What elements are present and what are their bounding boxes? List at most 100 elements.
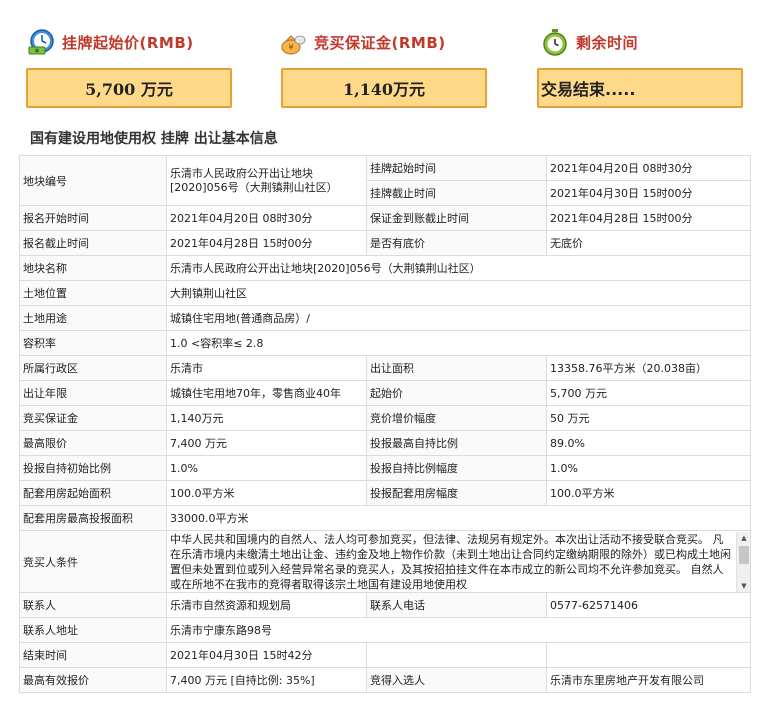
price-value: 5,700 万元	[85, 80, 173, 99]
svg-text:¥: ¥	[288, 43, 293, 52]
empty-cell	[366, 642, 547, 668]
housing-max-label: 配套用房最高投报面积	[19, 505, 167, 531]
init-self-ratio-label: 投报自持初始比例	[19, 455, 167, 481]
empty-cell	[546, 642, 751, 668]
deposit-value: 1,140万元	[342, 80, 426, 99]
housing-start-label: 配套用房起始面积	[19, 480, 167, 506]
deposit-label: 竞买保证金(RMB)	[314, 33, 446, 52]
plot-name-label: 地块名称	[19, 255, 167, 281]
table-row: 土地用途 城镇住宅用地(普通商品房）/	[19, 305, 751, 331]
scroll-thumb[interactable]	[739, 545, 749, 564]
term-value: 城镇住宅用地70年，零售商业40年	[166, 380, 367, 406]
bid-deposit-value: 1,140万元	[166, 405, 367, 431]
end-time-label: 结束时间	[19, 642, 167, 668]
housing-start-value: 100.0平方米	[166, 480, 367, 506]
table-row: 投报自持初始比例 1.0% 投报自持比例幅度 1.0%	[19, 455, 751, 481]
listing-end-label: 挂牌截止时间	[366, 180, 547, 206]
housing-step-label: 投报配套用房幅度	[366, 480, 547, 506]
district-label: 所属行政区	[19, 355, 167, 381]
conditions-value: 中华人民共和国境内的自然人、法人均可参加竞买，但法律、法规另有规定外。本次出让活…	[170, 532, 731, 591]
conditions-cell: 中华人民共和国境内的自然人、法人均可参加竞买，但法律、法规另有规定外。本次出让活…	[166, 530, 751, 593]
conditions-label: 竞买人条件	[19, 530, 167, 593]
phone-value: 0577-62571406	[546, 592, 751, 618]
timer-icon	[543, 29, 567, 56]
price-value-box: 5,700 万元	[26, 68, 232, 108]
max-self-ratio-value: 89.0%	[546, 430, 751, 456]
conditions-scrollbar[interactable]: ▲ ▼	[736, 531, 750, 592]
address-value: 乐清市宁康东路98号	[166, 617, 751, 643]
conditions-scrollarea[interactable]: 中华人民共和国境内的自然人、法人均可参加竞买，但法律、法规另有规定外。本次出让活…	[170, 531, 750, 592]
table-row: 配套用房起始面积 100.0平方米 投报配套用房幅度 100.0平方米	[19, 480, 751, 506]
scroll-up-arrow-icon[interactable]: ▲	[737, 532, 750, 544]
table-row: 报名截止时间 2021年04月28日 15时00分 是否有底价 无底价	[19, 230, 751, 256]
winner-value: 乐清市东里房地产开发有限公司	[546, 667, 751, 693]
phone-label: 联系人电话	[366, 592, 547, 618]
reserve-label: 是否有底价	[366, 230, 547, 256]
listing-start-label: 挂牌起始时间	[366, 155, 547, 181]
listing-end-value: 2021年04月30日 15时00分	[546, 180, 751, 206]
plot-name-value: 乐清市人民政府公开出让地块[2020]056号（大荆镇荆山社区）	[166, 255, 751, 281]
address-label: 联系人地址	[19, 617, 167, 643]
self-ratio-step-value: 1.0%	[546, 455, 751, 481]
table-row: 容积率 1.0 <容积率≤ 2.8	[19, 330, 751, 356]
usage-value: 城镇住宅用地(普通商品房）/	[166, 305, 751, 331]
bid-deposit-label: 竞买保证金	[19, 405, 167, 431]
increment-label: 竞价增价幅度	[366, 405, 547, 431]
self-ratio-step-label: 投报自持比例幅度	[366, 455, 547, 481]
time-header: 剩余时间	[540, 24, 638, 60]
reg-start-label: 报名开始时间	[19, 205, 167, 231]
listing-start-value: 2021年04月20日 08时30分	[546, 155, 751, 181]
section-title: 国有建设用地使用权 挂牌 出让基本信息	[30, 131, 278, 147]
district-value: 乐清市	[166, 355, 367, 381]
reserve-value: 无底价	[546, 230, 751, 256]
area-label: 出让面积	[366, 355, 547, 381]
reg-end-label: 报名截止时间	[19, 230, 167, 256]
plot-no-label: 地块编号	[19, 155, 167, 206]
init-self-ratio-value: 1.0%	[166, 455, 367, 481]
top-bid-value: 7,400 万元 [自持比例: 35%]	[166, 667, 367, 693]
reg-end-value: 2021年04月28日 15时00分	[166, 230, 367, 256]
max-price-value: 7,400 万元	[166, 430, 367, 456]
location-value: 大荆镇荆山社区	[166, 280, 751, 306]
table-row: 竞买保证金 1,140万元 竞价增价幅度 50 万元	[19, 405, 751, 431]
start-price-label: 起始价	[366, 380, 547, 406]
reg-start-value: 2021年04月20日 08时30分	[166, 205, 367, 231]
table-row: 竞买人条件 中华人民共和国境内的自然人、法人均可参加竞买，但法律、法规另有规定外…	[19, 530, 751, 593]
table-row: 报名开始时间 2021年04月20日 08时30分 保证金到账截止时间 2021…	[19, 205, 751, 231]
table-row: 出让年限 城镇住宅用地70年，零售商业40年 起始价 5,700 万元	[19, 380, 751, 406]
contact-label: 联系人	[19, 592, 167, 618]
deposit-value-box: 1,140万元	[281, 68, 487, 108]
deposit-deadline-value: 2021年04月28日 15时00分	[546, 205, 751, 231]
increment-value: 50 万元	[546, 405, 751, 431]
housing-max-value: 33000.0平方米	[166, 505, 751, 531]
max-price-label: 最高限价	[19, 430, 167, 456]
price-label: 挂牌起始价(RMB)	[62, 33, 194, 52]
table-row: 联系人 乐清市自然资源和规划局 联系人电话 0577-62571406	[19, 592, 751, 618]
time-value: 交易结束.....	[541, 80, 636, 99]
time-value-box: 交易结束.....	[537, 68, 743, 108]
deposit-header: ¥ 竞买保证金(RMB)	[278, 24, 446, 60]
table-row: 联系人地址 乐清市宁康东路98号	[19, 617, 751, 643]
table-row: 配套用房最高投报面积 33000.0平方米	[19, 505, 751, 531]
housing-step-value: 100.0平方米	[546, 480, 751, 506]
price-header: 挂牌起始价(RMB)	[26, 24, 194, 60]
far-value: 1.0 <容积率≤ 2.8	[166, 330, 751, 356]
deposit-deadline-label: 保证金到账截止时间	[366, 205, 547, 231]
end-time-value: 2021年04月30日 15时42分	[166, 642, 367, 668]
header-panel: 挂牌起始价(RMB) ¥ 竞买保证金(RMB) 剩余时间 5,700 万元 1,…	[0, 0, 776, 120]
table-row: 地块名称 乐清市人民政府公开出让地块[2020]056号（大荆镇荆山社区）	[19, 255, 751, 281]
land-info-table: 地块编号 乐清市人民政府公开出让地块[2020]056号（大荆镇荆山社区） 挂牌…	[19, 155, 751, 693]
scroll-down-arrow-icon[interactable]: ▼	[737, 580, 750, 592]
top-bid-label: 最高有效报价	[19, 667, 167, 693]
max-self-ratio-label: 投报最高自持比例	[366, 430, 547, 456]
location-label: 土地位置	[19, 280, 167, 306]
winner-label: 竞得入选人	[366, 667, 547, 693]
table-row: 所属行政区 乐清市 出让面积 13358.76平方米（20.038亩）	[19, 355, 751, 381]
term-label: 出让年限	[19, 380, 167, 406]
contact-value: 乐清市自然资源和规划局	[166, 592, 367, 618]
start-price-value: 5,700 万元	[546, 380, 751, 406]
far-label: 容积率	[19, 330, 167, 356]
table-row: 最高有效报价 7,400 万元 [自持比例: 35%] 竞得入选人 乐清市东里房…	[19, 667, 751, 693]
deposit-bag-icon: ¥	[281, 35, 306, 55]
table-row: 地块编号 乐清市人民政府公开出让地块[2020]056号（大荆镇荆山社区） 挂牌…	[19, 155, 751, 206]
